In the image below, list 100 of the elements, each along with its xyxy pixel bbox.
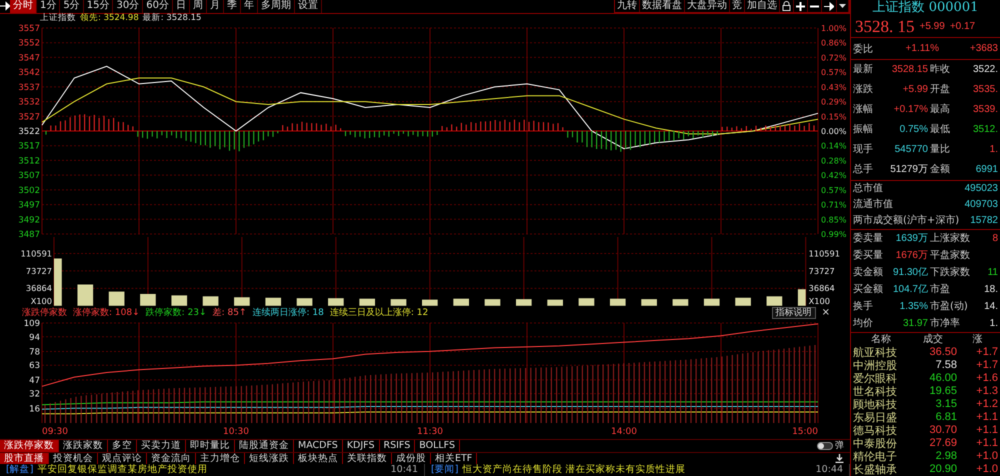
stat-value: 3535. <box>972 83 998 97</box>
axis-label: 3532 <box>18 98 40 108</box>
stat-value: +0.17% <box>892 103 928 117</box>
stock-price: 27.69 <box>928 437 957 450</box>
indicator-tab[interactable]: 涨跌家数 <box>59 440 108 452</box>
indicator-tab[interactable]: 即时量比 <box>186 440 235 452</box>
unit-label: X100 <box>30 296 52 306</box>
stock-name[interactable]: 航亚科技 <box>853 346 909 359</box>
help-button[interactable]: 指标说明 <box>772 306 816 319</box>
stock-name[interactable]: 中泰股份 <box>853 437 909 450</box>
stat-label: 两市成交额(沪市+深市) <box>853 214 960 228</box>
percent-label: 0.42% <box>821 171 846 180</box>
stat-label: 市净率 <box>929 316 961 331</box>
axis-label: 32 <box>29 389 40 400</box>
index-name: 上证指数 <box>40 14 76 23</box>
stock-change: +1.0 <box>975 463 998 476</box>
news-tab[interactable]: 资金流向 <box>147 452 196 464</box>
lock-icon[interactable] <box>782 1 791 11</box>
stock-name[interactable]: 德马科技 <box>853 424 909 437</box>
stat-value: +3683 <box>968 43 998 54</box>
toolbar-button[interactable]: 加自选 <box>745 0 780 12</box>
stock-name[interactable]: 东易日盛 <box>853 411 909 424</box>
stock-change: +1.6 <box>975 372 998 385</box>
indicator-tab[interactable]: MACDFS <box>294 440 343 452</box>
toolbar-button[interactable]: 九转 <box>615 0 640 12</box>
period-tab[interactable]: 分时 <box>10 0 37 13</box>
axis-label: 3542 <box>18 68 40 78</box>
column-header: 涨 <box>972 333 984 346</box>
stock-name[interactable]: 中洲控股 <box>853 359 909 372</box>
stat-value: 1. <box>988 143 998 157</box>
stat-label: 卖金额 <box>853 266 884 280</box>
close-icon[interactable]: × <box>822 308 830 318</box>
news-tab[interactable]: 板块热点 <box>294 452 343 464</box>
stock-name[interactable]: 世名科技 <box>853 385 909 398</box>
stat-label: 均价 <box>853 317 874 331</box>
news-tag: [要闻] <box>431 464 458 476</box>
stat-label: 委买量 <box>853 248 884 263</box>
news-tab[interactable]: 投资机会 <box>49 452 98 464</box>
percent-label: 0.28% <box>821 156 846 166</box>
time-label: 11:30 <box>417 426 443 437</box>
stat-value: 51279万 <box>889 163 928 177</box>
stat-value: 3539. <box>972 103 998 117</box>
news-tab[interactable]: 股市直播 <box>0 452 49 464</box>
popup-toggle[interactable] <box>817 442 833 450</box>
news-headline[interactable]: 恒大资产尚在待售阶段 潜在买家称未有实质性进展 <box>462 464 686 476</box>
percent-label: 0.71% <box>821 200 846 210</box>
stat-value: 1.35% <box>898 300 928 314</box>
index-title: 上证指数 000001 <box>872 0 980 16</box>
stock-name[interactable]: 爱尔眼科 <box>853 372 909 385</box>
axis-label: 3502 <box>18 186 40 196</box>
toolbar-button[interactable]: 大盘异动 <box>685 0 730 12</box>
legend-item: 连续三日及以上涨停: 12 <box>330 306 428 320</box>
stat-value: 31.97 <box>902 317 928 331</box>
indicator-tab[interactable]: BOLLFS <box>415 440 460 452</box>
percent-label: 0.15% <box>821 112 846 122</box>
download-icon[interactable] <box>835 454 844 464</box>
stat-value: 3512. <box>972 123 998 137</box>
axis-label: 3527 <box>18 112 40 122</box>
news-tab[interactable]: 相关ETF <box>431 452 478 464</box>
stock-change: +1.1 <box>975 411 998 424</box>
stat-label: 涨幅 <box>853 102 874 117</box>
news-headline[interactable]: 平安回复银保监调查某房地产投资使用 <box>37 464 208 476</box>
toolbar-button[interactable]: 数据看盘 <box>640 0 685 12</box>
stat-value: 6991 <box>974 163 998 177</box>
news-tab[interactable]: 关联指数 <box>343 452 392 464</box>
news-tab[interactable]: 成份股 <box>392 452 431 464</box>
percent-label: 0.00% <box>821 127 846 136</box>
zoom-out-icon[interactable] <box>810 4 819 8</box>
pin-icon[interactable] <box>824 2 834 10</box>
stock-price: 19.65 <box>928 385 957 398</box>
news-tab[interactable]: 主力增仓 <box>196 452 245 464</box>
stock-name[interactable]: 精伦电子 <box>853 450 909 463</box>
stat-label: 委卖量 <box>853 232 884 246</box>
percent-label: 0.29% <box>821 98 846 107</box>
stat-value: +5.99 <box>902 83 928 97</box>
indicator-tab[interactable]: 买卖力道 <box>137 440 186 452</box>
stat-label: 买金额 <box>853 282 884 297</box>
zoom-in-icon[interactable] <box>796 2 805 10</box>
stat-label: 最低 <box>929 123 951 137</box>
axis-label: 3557 <box>18 24 40 34</box>
news-tab[interactable]: 短线涨跌 <box>245 452 294 464</box>
axis-label: 3517 <box>18 142 40 152</box>
indicator-tab[interactable]: 多空 <box>108 440 137 452</box>
stock-change: +1.0 <box>975 450 998 463</box>
column-header: 成交 <box>922 333 944 346</box>
indicator-tab[interactable]: KDJFS <box>342 440 380 452</box>
indicator-tab[interactable]: 陆股通资金 <box>235 440 294 452</box>
stock-name[interactable]: 顾地科技 <box>853 398 909 411</box>
news-time: 10:41 <box>390 464 418 476</box>
indicator-tab[interactable]: RSIFS <box>380 440 416 452</box>
stock-price: 46.00 <box>928 372 957 385</box>
news-tab[interactable]: 观点评论 <box>98 452 147 464</box>
indicator-tab[interactable]: 涨跌停家数 <box>0 440 59 452</box>
dropdown-icon[interactable] <box>839 4 846 8</box>
stock-change: +1.3 <box>975 385 998 398</box>
pin-icon[interactable] <box>0 0 10 12</box>
stock-name[interactable]: 长盛轴承 <box>853 463 909 476</box>
column-header: 名称 <box>870 333 892 346</box>
last-price: 最新: 3528.15 <box>142 14 202 23</box>
stat-label: 总市值 <box>853 182 883 196</box>
